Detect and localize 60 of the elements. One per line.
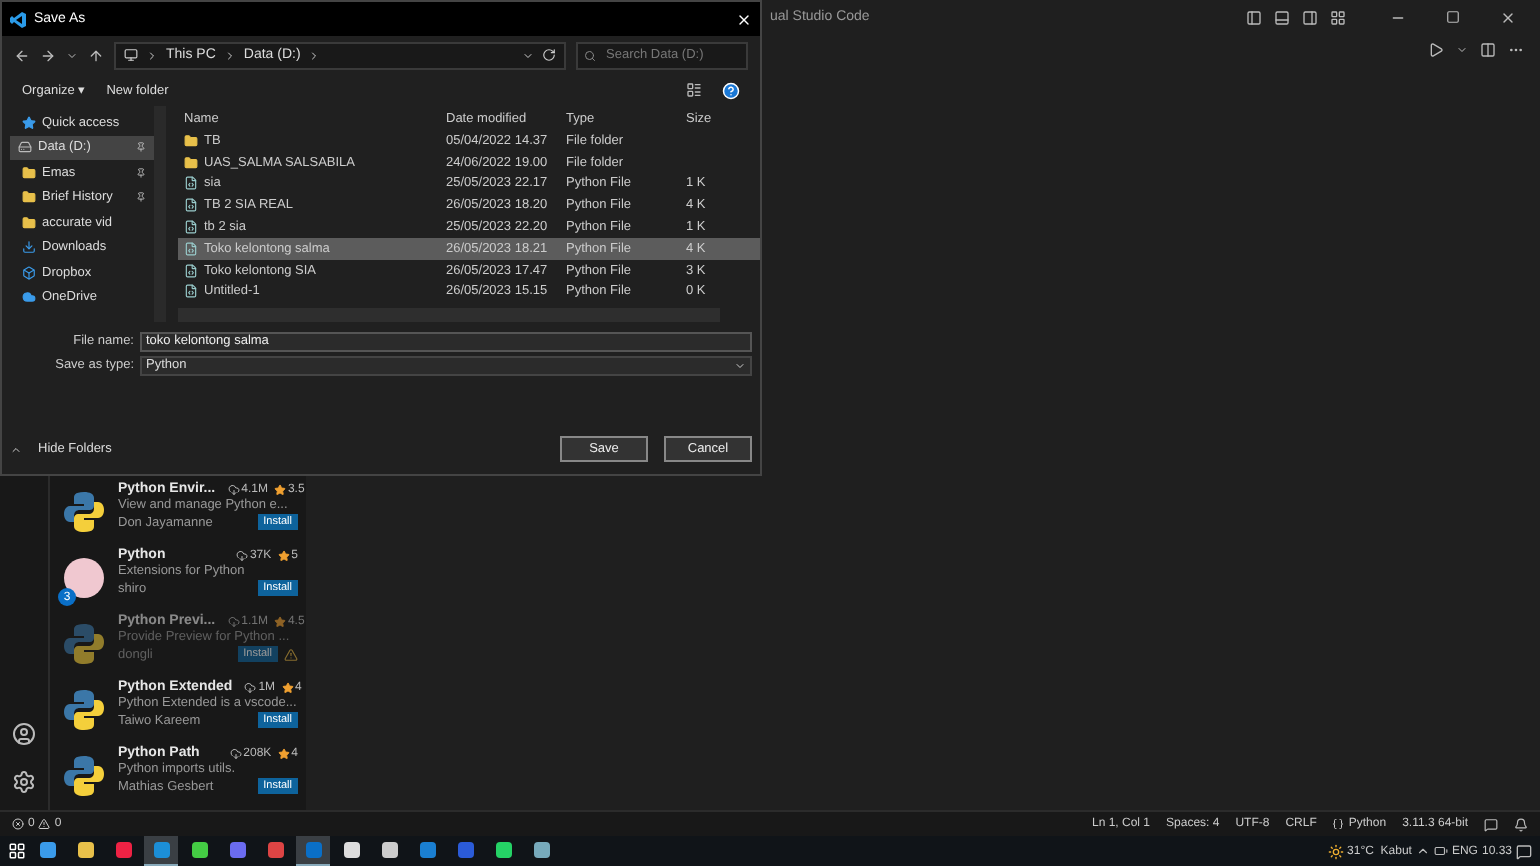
code-logo-icon: [10, 11, 26, 27]
computer-icon: [124, 48, 138, 62]
folder-icon: [22, 190, 36, 205]
close-icon[interactable]: [1500, 9, 1516, 25]
sun-icon: [1327, 843, 1344, 859]
file-icon: [184, 263, 198, 278]
chevron-down-icon: [734, 359, 746, 371]
battery-icon: [1433, 844, 1448, 858]
download-cloud-icon: [235, 549, 248, 561]
folder-icon: [184, 133, 198, 148]
windows-start-icon[interactable]: [8, 842, 26, 860]
chevron-right-icon: [223, 49, 236, 61]
help-icon[interactable]: [722, 81, 740, 99]
python-logo-icon: [62, 490, 106, 534]
folder-icon: [22, 215, 36, 230]
layout-icon[interactable]: [1330, 9, 1346, 25]
notification-icon[interactable]: [1516, 843, 1532, 859]
file-icon: [184, 241, 198, 256]
feedback-icon[interactable]: [1484, 817, 1498, 831]
box-icon: [22, 265, 36, 280]
panel-right-icon[interactable]: [1302, 9, 1318, 25]
account-icon[interactable]: [12, 722, 36, 746]
up-icon[interactable]: [88, 47, 104, 63]
cloud-icon: [22, 290, 36, 305]
refresh-icon[interactable]: [542, 48, 556, 62]
star-icon: [22, 115, 36, 130]
drive-icon: [18, 140, 32, 155]
file-icon: [184, 284, 198, 299]
view-options-icon[interactable]: [686, 82, 702, 98]
run-icon[interactable]: [1428, 42, 1444, 58]
back-icon[interactable]: [14, 47, 30, 63]
file-icon: [184, 176, 198, 191]
chevron-up-icon[interactable]: [1415, 844, 1430, 858]
download-cloud-icon: [229, 747, 242, 759]
settings-icon[interactable]: [12, 770, 36, 794]
download-icon: [22, 240, 36, 255]
file-icon: [184, 220, 198, 235]
bell-icon[interactable]: [1514, 817, 1528, 831]
maximize-icon[interactable]: [1446, 10, 1460, 24]
chevron-up-icon: [10, 443, 22, 455]
forward-icon[interactable]: [40, 47, 56, 63]
chevron-right-icon: [146, 49, 158, 61]
braces-icon: [1332, 818, 1345, 830]
file-icon: [184, 198, 198, 213]
chevron-right-icon[interactable]: [308, 49, 321, 61]
folder-icon: [184, 155, 198, 170]
chevron-down-icon[interactable]: [1456, 44, 1468, 56]
python-logo-icon: [62, 622, 106, 666]
panel-bottom-icon[interactable]: [1274, 9, 1290, 25]
download-cloud-icon: [227, 483, 240, 495]
avatar-icon: [62, 556, 106, 600]
python-logo-icon: [62, 754, 106, 798]
chevron-down-icon[interactable]: [522, 49, 534, 61]
folder-icon: [22, 165, 36, 180]
chevron-down-icon[interactable]: [66, 49, 78, 61]
panel-left-icon[interactable]: [1246, 9, 1262, 25]
download-cloud-icon: [227, 615, 240, 627]
python-logo-icon: [62, 688, 106, 732]
split-editor-icon[interactable]: [1480, 42, 1496, 58]
download-cloud-icon: [244, 681, 257, 693]
